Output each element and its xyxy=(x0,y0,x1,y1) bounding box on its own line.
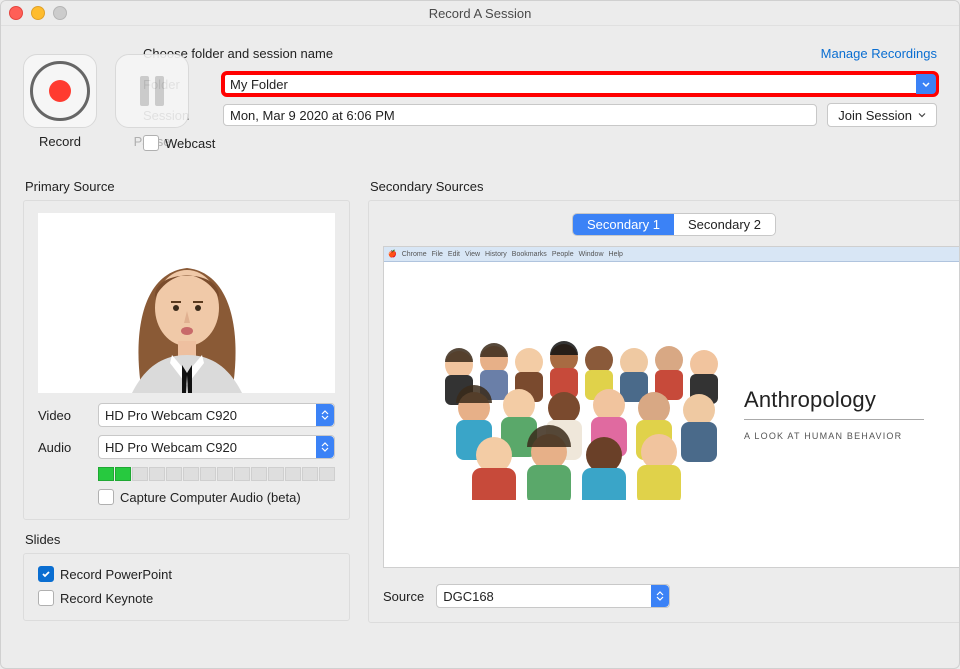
primary-source-title: Primary Source xyxy=(25,179,350,194)
audio-level-meter xyxy=(98,467,335,481)
folder-value: My Folder xyxy=(230,77,288,92)
chevron-down-icon xyxy=(920,78,932,90)
slides-section: Slides Record PowerPoint Record Keynote xyxy=(23,532,350,621)
secondary-tabs: Secondary 1 Secondary 2 xyxy=(572,213,776,236)
secondary-source-select[interactable]: DGC168 xyxy=(436,584,670,608)
session-name-input[interactable]: Mon, Mar 9 2020 at 6:06 PM xyxy=(223,104,817,126)
session-value: Mon, Mar 9 2020 at 6:06 PM xyxy=(230,108,395,123)
people-group-illustration xyxy=(424,330,744,500)
tab-secondary-2[interactable]: Secondary 2 xyxy=(674,214,775,235)
record-button[interactable] xyxy=(23,54,97,128)
primary-video-preview xyxy=(38,213,335,393)
pause-icon xyxy=(140,76,164,106)
captured-slide: Anthropology A LOOK AT HUMAN BEHAVIOR xyxy=(384,262,960,567)
checkbox-icon xyxy=(143,135,159,151)
audio-source-select[interactable]: HD Pro Webcam C920 xyxy=(98,435,335,459)
capture-computer-audio-checkbox[interactable]: Capture Computer Audio (beta) xyxy=(98,489,335,505)
updown-icon xyxy=(316,404,334,426)
record-session-window: Record A Session Record Pause xyxy=(0,0,960,669)
updown-icon xyxy=(316,436,334,458)
source-label: Source xyxy=(383,589,424,604)
window-title: Record A Session xyxy=(1,6,959,21)
video-label: Video xyxy=(38,408,88,423)
session-form: Choose folder and session name Manage Re… xyxy=(143,46,937,159)
video-source-select[interactable]: HD Pro Webcam C920 xyxy=(98,403,335,427)
webcast-checkbox[interactable]: Webcast xyxy=(143,135,215,151)
secondary-sources-section: Secondary Sources Secondary 1 Secondary … xyxy=(368,179,960,623)
updown-icon xyxy=(651,585,669,607)
secondary-preview: 🍎ChromeFileEditViewHistoryBookmarksPeopl… xyxy=(383,246,960,568)
pause-button xyxy=(115,54,189,128)
slide-title: Anthropology xyxy=(744,387,924,413)
manage-recordings-link[interactable]: Manage Recordings xyxy=(821,46,937,61)
checkbox-checked-icon xyxy=(38,566,54,582)
record-icon xyxy=(30,61,90,121)
audio-label: Audio xyxy=(38,440,88,455)
join-session-button[interactable]: Join Session xyxy=(827,103,937,127)
record-label: Record xyxy=(39,134,81,149)
record-keynote-checkbox[interactable]: Record Keynote xyxy=(38,590,335,606)
folder-select[interactable]: My Folder xyxy=(223,73,937,95)
secondary-sources-title: Secondary Sources xyxy=(370,179,960,194)
divider xyxy=(744,419,924,420)
captured-menubar: 🍎ChromeFileEditViewHistoryBookmarksPeopl… xyxy=(384,247,960,262)
titlebar: Record A Session xyxy=(1,1,959,26)
person-illustration xyxy=(92,213,282,393)
record-powerpoint-checkbox[interactable]: Record PowerPoint xyxy=(38,566,335,582)
primary-source-section: Primary Source xyxy=(23,179,350,520)
checkbox-icon xyxy=(98,489,114,505)
transport-controls: Record Pause xyxy=(23,46,113,159)
tab-secondary-1[interactable]: Secondary 1 xyxy=(573,214,674,235)
checkbox-icon xyxy=(38,590,54,606)
slides-title: Slides xyxy=(25,532,350,547)
chevron-down-icon xyxy=(918,111,926,119)
slide-subtitle: A LOOK AT HUMAN BEHAVIOR xyxy=(744,430,924,443)
